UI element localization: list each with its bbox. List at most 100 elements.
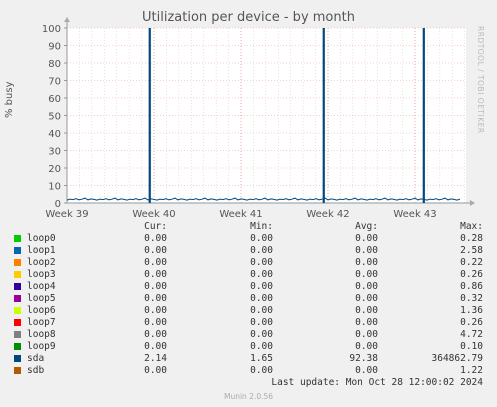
x-axis-arrow — [470, 200, 475, 206]
legend-row-loop3: loop3 0.00 0.00 0.00 0.26 — [0, 269, 497, 281]
header-avg: Avg: — [355, 221, 378, 232]
legend: Cur: Min: Avg: Max: loop0 0.00 0.00 0.00 0.2… — [0, 221, 497, 377]
legend-cur: 0.00 — [144, 269, 167, 280]
legend-max: 0.22 — [460, 257, 483, 268]
legend-max: 0.26 — [460, 269, 483, 280]
y-tick-label: 60 — [48, 94, 61, 105]
legend-min: 1.65 — [250, 353, 273, 364]
legend-min: 0.00 — [250, 305, 273, 316]
legend-avg: 0.00 — [355, 281, 378, 292]
legend-name: loop8 — [27, 329, 56, 340]
legend-swatch — [14, 235, 21, 242]
y-tick-label: 20 — [48, 164, 61, 175]
legend-name: loop6 — [27, 305, 56, 316]
y-tick-label: 40 — [48, 129, 61, 140]
legend-cur: 0.00 — [144, 365, 167, 376]
legend-row-loop7: loop7 0.00 0.00 0.00 0.26 — [0, 317, 497, 329]
legend-cur: 0.00 — [144, 257, 167, 268]
legend-cur: 0.00 — [144, 245, 167, 256]
legend-row-loop0: loop0 0.00 0.00 0.00 0.28 — [0, 233, 497, 245]
legend-min: 0.00 — [250, 293, 273, 304]
y-tick-label: 10 — [48, 182, 61, 193]
legend-name: loop9 — [27, 341, 56, 352]
y-tick-label: 30 — [48, 147, 61, 158]
legend-swatch — [14, 331, 21, 338]
legend-min: 0.00 — [250, 281, 273, 292]
x-tick-label: Week 40 — [132, 209, 175, 220]
legend-max: 2.58 — [460, 245, 483, 256]
legend-cur: 0.00 — [144, 329, 167, 340]
legend-row-loop2: loop2 0.00 0.00 0.00 0.22 — [0, 257, 497, 269]
legend-cur: 0.00 — [144, 317, 167, 328]
y-tick-label: 80 — [48, 59, 61, 70]
header-min: Min: — [250, 221, 273, 232]
legend-min: 0.00 — [250, 341, 273, 352]
legend-avg: 0.00 — [355, 293, 378, 304]
x-tick-label: Week 42 — [306, 209, 349, 220]
legend-max: 364862.79 — [431, 353, 483, 364]
legend-max: 4.72 — [460, 329, 483, 340]
x-tick-label: Week 43 — [393, 209, 436, 220]
legend-avg: 92.38 — [349, 353, 378, 364]
legend-cur: 0.00 — [144, 341, 167, 352]
legend-row-sda: sda 2.14 1.65 92.38 364862.79 — [0, 353, 497, 365]
legend-min: 0.00 — [250, 329, 273, 340]
legend-swatch — [14, 295, 21, 302]
legend-avg: 0.00 — [355, 365, 378, 376]
y-tick-label: 50 — [48, 112, 61, 123]
legend-avg: 0.00 — [355, 233, 378, 244]
legend-swatch — [14, 259, 21, 266]
series-spike-sda — [322, 28, 325, 203]
legend-avg: 0.00 — [355, 269, 378, 280]
legend-min: 0.00 — [250, 245, 273, 256]
legend-header: Cur: Min: Avg: Max: — [0, 221, 497, 233]
munin-version: Munin 2.0.56 — [223, 392, 274, 401]
legend-rows: loop0 0.00 0.00 0.00 0.28 loop1 0.00 0.00 0.00 2.… — [0, 233, 497, 377]
legend-swatch — [14, 319, 21, 326]
legend-swatch — [14, 343, 21, 350]
y-tick-label: 90 — [48, 42, 61, 53]
y-tick-label: 70 — [48, 77, 61, 88]
legend-max: 0.32 — [460, 293, 483, 304]
legend-name: loop4 — [27, 281, 56, 292]
header-cur: Cur: — [144, 221, 167, 232]
legend-swatch — [14, 355, 21, 362]
y-tick-label: 100 — [42, 24, 61, 35]
legend-row-loop9: loop9 0.00 0.00 0.00 0.10 — [0, 341, 497, 353]
legend-cur: 0.00 — [144, 281, 167, 292]
legend-name: loop7 — [27, 317, 56, 328]
legend-avg: 0.00 — [355, 305, 378, 316]
legend-min: 0.00 — [250, 365, 273, 376]
legend-avg: 0.00 — [355, 329, 378, 340]
legend-swatch — [14, 283, 21, 290]
legend-avg: 0.00 — [355, 341, 378, 352]
legend-cur: 2.14 — [144, 353, 167, 364]
plot-area: 0102030405060708090100Week 39 Week 40 Week… — [42, 17, 475, 220]
series-spike-sda — [148, 28, 151, 203]
legend-swatch — [14, 307, 21, 314]
legend-cur: 0.00 — [144, 293, 167, 304]
legend-max: 1.22 — [460, 365, 483, 376]
series-spike-sda — [422, 28, 425, 203]
legend-min: 0.00 — [250, 317, 273, 328]
legend-name: loop0 — [27, 233, 56, 244]
header-max: Max: — [460, 221, 483, 232]
legend-row-loop8: loop8 0.00 0.00 0.00 4.72 — [0, 329, 497, 341]
legend-avg: 0.00 — [355, 257, 378, 268]
legend-name: loop1 — [27, 245, 56, 256]
legend-cur: 0.00 — [144, 233, 167, 244]
legend-min: 0.00 — [250, 233, 273, 244]
legend-max: 1.36 — [460, 305, 483, 316]
legend-row-sdb: sdb 0.00 0.00 0.00 1.22 — [0, 365, 497, 377]
legend-name: loop2 — [27, 257, 56, 268]
legend-row-loop4: loop4 0.00 0.00 0.00 0.86 — [0, 281, 497, 293]
legend-swatch — [14, 367, 21, 374]
legend-cur: 0.00 — [144, 305, 167, 316]
legend-max: 0.26 — [460, 317, 483, 328]
legend-name: loop3 — [27, 269, 56, 280]
legend-avg: 0.00 — [355, 317, 378, 328]
legend-min: 0.00 — [250, 257, 273, 268]
legend-avg: 0.00 — [355, 245, 378, 256]
legend-row-loop5: loop5 0.00 0.00 0.00 0.32 — [0, 293, 497, 305]
last-update: Last update: Mon Oct 28 12:00:02 2024 — [271, 377, 483, 388]
